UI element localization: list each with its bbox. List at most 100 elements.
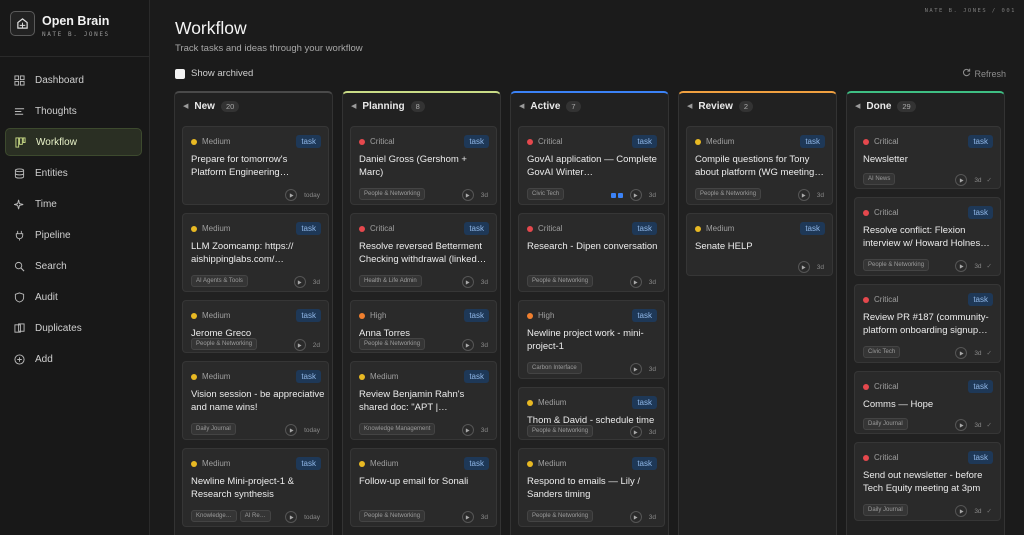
play-icon[interactable] <box>461 424 474 436</box>
task-card[interactable]: Critical task Send out newsletter - before… <box>854 442 1001 521</box>
collapse-triangle-icon[interactable]: ◀ <box>351 102 356 110</box>
play-icon[interactable] <box>955 505 968 517</box>
task-card[interactable]: Critical task Resolve conflict: Flexion in… <box>854 197 1001 276</box>
page-title: Workflow <box>175 18 247 38</box>
dashboard-icon <box>13 74 25 86</box>
task-card[interactable]: Critical task Research - Dipen conversatio… <box>518 213 665 292</box>
category-tag: People & Networking <box>695 188 762 200</box>
sidebar-item-search[interactable]: Search <box>5 252 142 280</box>
priority-dot <box>191 225 197 232</box>
plus-circle-icon <box>13 353 25 365</box>
checkbox-box[interactable] <box>175 68 185 79</box>
refresh-button[interactable]: Refresh <box>962 68 1006 79</box>
category-tag: People & Networking <box>527 275 594 287</box>
priority-indicator: High <box>359 311 386 320</box>
sidebar-item-time[interactable]: Time <box>5 190 142 218</box>
play-icon[interactable] <box>461 189 474 201</box>
collapse-triangle-icon[interactable]: ◀ <box>855 102 860 110</box>
category-tag: Knowledge… <box>191 510 237 522</box>
task-card[interactable]: Medium task Compile questions for Tony abo… <box>686 126 833 205</box>
priority-dot <box>695 225 701 232</box>
play-icon[interactable] <box>285 424 298 436</box>
priority-indicator: Medium <box>191 311 230 320</box>
sidebar-item-add[interactable]: Add <box>5 345 142 373</box>
sidebar-item-entities[interactable]: Entities <box>5 159 142 187</box>
priority-dot <box>527 460 533 467</box>
priority-indicator: Medium <box>359 372 398 381</box>
task-card[interactable]: Critical task GovAI application — Complete… <box>518 126 665 205</box>
play-icon[interactable] <box>797 261 810 273</box>
sidebar-item-duplicates[interactable]: Duplicates <box>5 314 142 342</box>
task-card[interactable]: Critical task Daniel Gross (Gershom + Marc… <box>350 126 497 205</box>
play-icon[interactable] <box>629 363 642 375</box>
sidebar-item-audit[interactable]: Audit <box>5 283 142 311</box>
column-review: ◀ Review 2 Medium task Compile questions for … <box>678 91 837 535</box>
card-footer: today <box>285 511 320 523</box>
play-icon[interactable] <box>629 426 642 438</box>
play-icon[interactable] <box>461 511 474 523</box>
priority-label: High <box>370 311 387 320</box>
card-footer: 3d <box>461 511 488 523</box>
card-age: 3d <box>974 176 982 184</box>
play-icon[interactable] <box>285 189 298 201</box>
task-card[interactable]: Medium task Newline Mini-project-1 & Resea… <box>182 448 329 527</box>
collapse-triangle-icon[interactable]: ◀ <box>687 102 692 110</box>
card-tags: People & Networking <box>359 338 428 350</box>
play-icon[interactable] <box>461 339 474 351</box>
play-icon[interactable] <box>293 276 306 288</box>
task-card[interactable]: Medium task Follow-up email for Sonali Peop… <box>350 448 497 527</box>
sidebar-item-thoughts[interactable]: Thoughts <box>5 97 142 125</box>
play-icon[interactable] <box>955 174 968 186</box>
sidebar-item-workflow[interactable]: Workflow <box>5 128 142 156</box>
collapse-triangle-icon[interactable]: ◀ <box>183 102 188 110</box>
task-card[interactable]: High task Newline project work - mini-proj… <box>518 300 665 379</box>
task-card[interactable]: Medium task Vision session - be appreciati… <box>182 361 329 440</box>
collapse-triangle-icon[interactable]: ◀ <box>519 102 524 110</box>
category-tag: People & Networking <box>527 425 594 437</box>
sidebar-item-pipeline[interactable]: Pipeline <box>5 221 142 249</box>
type-badge: task <box>296 309 321 322</box>
play-icon[interactable] <box>629 511 642 523</box>
play-icon[interactable] <box>629 189 642 201</box>
category-tag: Civic Tech <box>863 346 901 358</box>
task-card[interactable]: Medium task Respond to emails — Lily / San… <box>518 448 665 527</box>
play-icon[interactable] <box>285 511 298 523</box>
sidebar-item-dashboard[interactable]: Dashboard <box>5 66 142 94</box>
type-badge: task <box>464 370 489 383</box>
play-icon[interactable] <box>955 347 968 359</box>
category-tag: Health & Life Admin <box>359 275 422 287</box>
card-tags: People & Networking <box>191 338 260 350</box>
task-card[interactable]: Medium task LLM Zoomcamp: https:// aishipp… <box>182 213 329 292</box>
play-icon[interactable] <box>629 276 642 288</box>
task-card[interactable]: Medium task Senate HELP 3d <box>686 213 833 276</box>
play-icon[interactable] <box>797 189 810 201</box>
task-card[interactable]: Medium task Jerome Greco People & Networkin… <box>182 300 329 353</box>
task-card[interactable]: Medium task Prepare for tomorrow's Platfor… <box>182 126 329 205</box>
card-title: Resolve reversed Betterment Checking wit… <box>359 241 487 265</box>
task-card[interactable]: Critical task Review PR #187 (community-pl… <box>854 284 1001 363</box>
priority-label: High <box>538 311 555 320</box>
card-footer: 3d <box>293 276 320 288</box>
card-tags: AI Agents & Tools <box>191 275 251 287</box>
sidebar-item-label: Time <box>35 198 57 210</box>
card-tags: People & Networking <box>695 188 764 200</box>
play-icon[interactable] <box>955 419 968 431</box>
show-archived-checkbox[interactable]: Show archived <box>175 68 253 79</box>
play-icon[interactable] <box>293 339 306 351</box>
task-card[interactable]: Critical task Resolve reversed Betterment … <box>350 213 497 292</box>
play-icon[interactable] <box>461 276 474 288</box>
task-card[interactable]: High task Anna Torres People & Networking 3d <box>350 300 497 353</box>
task-card[interactable]: Medium task Thom & David - schedule time Pe… <box>518 387 665 440</box>
play-icon[interactable] <box>955 260 968 272</box>
card-age: today <box>304 426 320 434</box>
card-tags: Daily Journal <box>863 504 911 516</box>
task-card[interactable]: Critical task Comms — Hope Daily Journal 3d ✓ <box>854 371 1001 434</box>
brain-logo-icon[interactable] <box>10 11 35 36</box>
shield-icon <box>13 291 25 303</box>
task-card[interactable]: Medium task Review Benjamin Rahn's shared … <box>350 361 497 440</box>
card-title: Newsletter <box>863 154 908 165</box>
task-card[interactable]: Critical task Newsletter AI News 3d ✓ <box>854 126 1001 189</box>
card-age: 3d <box>480 513 488 521</box>
type-badge: task <box>800 222 825 235</box>
card-age: 2d <box>312 341 320 349</box>
